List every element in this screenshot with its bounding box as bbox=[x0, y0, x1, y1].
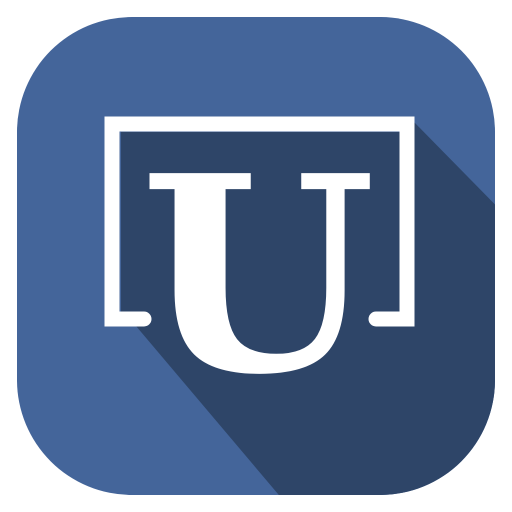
app-icon[interactable]: U bbox=[0, 0, 512, 512]
letter-u-glyph: U bbox=[140, 116, 375, 434]
